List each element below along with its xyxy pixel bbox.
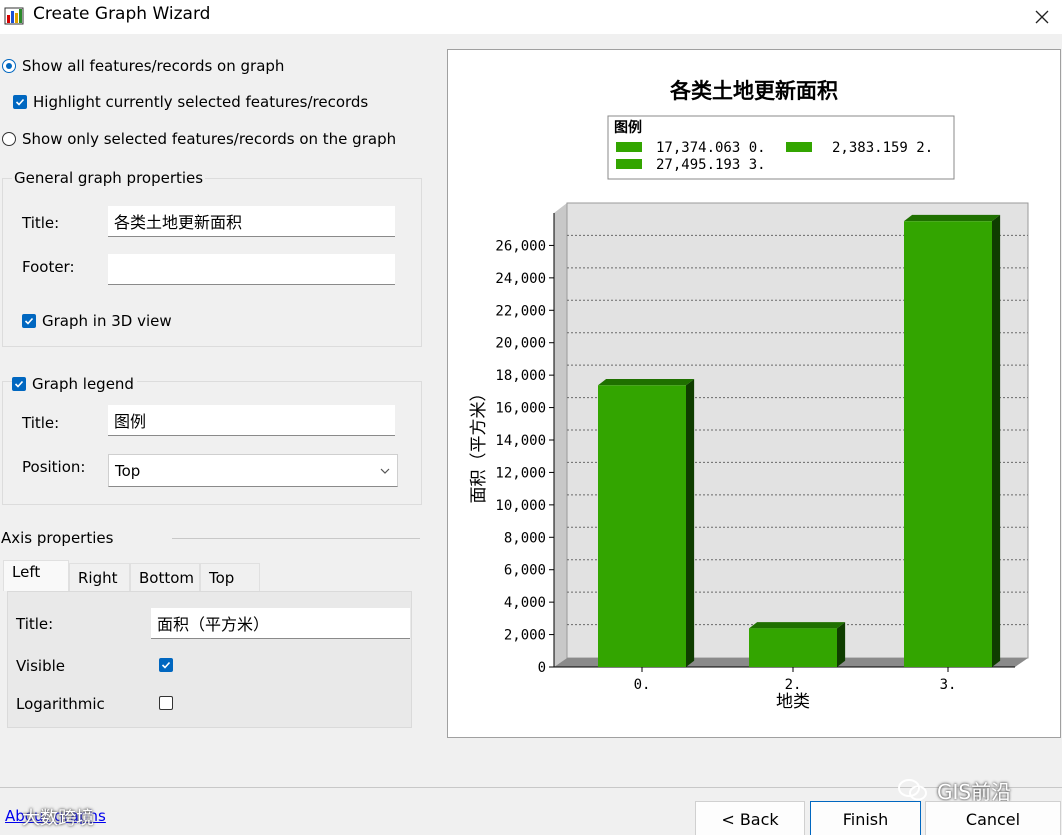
legend-title-label: Title: <box>22 414 60 432</box>
bar-side <box>686 379 695 667</box>
footer-input[interactable] <box>108 254 395 285</box>
bar <box>598 385 686 667</box>
legend-position-label: Position: <box>22 458 86 476</box>
checkmark-icon <box>161 661 171 669</box>
y-tick-label: 10,000 <box>495 498 546 514</box>
back-button[interactable]: < Back <box>695 801 805 835</box>
graph-title-input[interactable]: 各类土地更新面积 <box>108 206 395 237</box>
bar-top <box>749 622 846 629</box>
y-tick-label: 26,000 <box>495 238 546 254</box>
x-tick-label: 3. <box>940 677 957 693</box>
footer-label: Footer: <box>22 258 75 276</box>
axis-title-label: Title: <box>16 615 54 633</box>
graph-app-icon <box>4 7 24 25</box>
axis-properties-heading: Axis properties <box>1 529 114 547</box>
graph-title-label: Title: <box>22 214 60 232</box>
y-tick-label: 24,000 <box>495 271 546 287</box>
bar-top <box>598 379 695 386</box>
axis-log-checkbox[interactable] <box>159 696 173 710</box>
watermark-left: 大数跨境 <box>22 808 94 829</box>
tab-right[interactable]: Right <box>69 563 130 591</box>
x-axis-title: 地类 <box>776 692 810 712</box>
chart-title: 各类土地更新面积 <box>669 79 838 103</box>
y-tick-label: 4,000 <box>504 595 546 611</box>
y-tick-label: 18,000 <box>495 368 546 384</box>
chart-legend: 图例 17,374.063 0. 2,383.159 2. 27,495.193… <box>607 115 955 180</box>
highlight-label: Highlight currently selected features/re… <box>33 93 369 111</box>
show-all-radio[interactable]: Show all features/records on graph <box>2 57 284 75</box>
legend-entry: 17,374.063 0. <box>656 140 766 156</box>
y-tick-label: 16,000 <box>495 401 546 417</box>
close-icon <box>1035 10 1049 24</box>
axis-tabs: Left Right Bottom Top <box>3 560 260 591</box>
general-properties-heading: General graph properties <box>12 169 206 187</box>
graph-legend-label: Graph legend <box>32 375 134 393</box>
finish-button[interactable]: Finish <box>810 801 921 835</box>
axis-separator <box>172 538 420 539</box>
y-tick-label: 12,000 <box>495 465 546 481</box>
highlight-checkbox[interactable]: Highlight currently selected features/re… <box>13 93 368 111</box>
bar-side <box>992 214 1001 667</box>
radio-indicator <box>2 132 16 146</box>
y-tick-label: 6,000 <box>504 563 546 579</box>
tab-top[interactable]: Top <box>200 563 260 591</box>
show-all-label: Show all features/records on graph <box>22 57 285 75</box>
y-tick-label: 14,000 <box>495 433 546 449</box>
checkmark-icon <box>12 377 26 391</box>
y-tick-label: 0 <box>538 660 546 676</box>
axis-title-input[interactable]: 面积（平方米） <box>151 608 410 639</box>
graph-preview: 各类土地更新面积 图例 17,374.063 0. 2,383.159 2. 2… <box>447 49 1061 738</box>
bar-side <box>837 622 846 667</box>
bar-top <box>904 214 1001 222</box>
show-selected-label: Show only selected features/records on t… <box>22 130 397 148</box>
title-bar: Create Graph Wizard <box>0 0 1062 34</box>
y-tick-label: 8,000 <box>504 530 546 546</box>
graph-3d-checkbox[interactable]: Graph in 3D view <box>22 312 172 330</box>
axis-visible-checkbox[interactable] <box>159 658 173 672</box>
cancel-button[interactable]: Cancel <box>925 801 1061 835</box>
bar <box>749 628 837 667</box>
legend-entry: 27,495.193 3. <box>656 157 766 173</box>
legend-swatch <box>616 159 642 169</box>
checkmark-icon <box>13 95 27 109</box>
legend-position-select[interactable]: Top <box>108 454 398 487</box>
y-tick-label: 20,000 <box>495 336 546 352</box>
legend-title: 图例 <box>614 119 642 136</box>
legend-title-input[interactable]: 图例 <box>108 405 395 436</box>
tab-left[interactable]: Left <box>3 560 69 591</box>
graph-legend-checkbox[interactable]: Graph legend <box>12 375 137 393</box>
axis-visible-label: Visible <box>16 657 65 675</box>
graph-3d-label: Graph in 3D view <box>42 312 172 330</box>
plot-area <box>553 202 1029 668</box>
chevron-down-icon <box>380 468 390 474</box>
window-title: Create Graph Wizard <box>33 4 211 24</box>
axis-log-label: Logarithmic <box>16 695 105 713</box>
close-button[interactable] <box>1024 2 1060 32</box>
show-selected-radio[interactable]: Show only selected features/records on t… <box>2 130 396 148</box>
y-axis-title: 面积（平方米） <box>469 385 489 504</box>
wechat-icon <box>898 779 927 801</box>
checkmark-icon <box>22 314 36 328</box>
radio-indicator <box>2 59 16 73</box>
x-tick-label: 2. <box>785 677 802 693</box>
legend-swatch <box>786 142 812 152</box>
legend-position-value: Top <box>115 461 141 480</box>
legend-swatch <box>616 142 642 152</box>
y-tick-label: 2,000 <box>504 628 546 644</box>
bar-chart: 各类土地更新面积 图例 17,374.063 0. 2,383.159 2. 2… <box>469 79 1029 712</box>
legend-entry: 2,383.159 2. <box>832 140 933 156</box>
tab-bottom[interactable]: Bottom <box>130 563 200 591</box>
bar <box>904 221 992 667</box>
x-tick-label: 0. <box>634 677 651 693</box>
y-tick-label: 22,000 <box>495 303 546 319</box>
